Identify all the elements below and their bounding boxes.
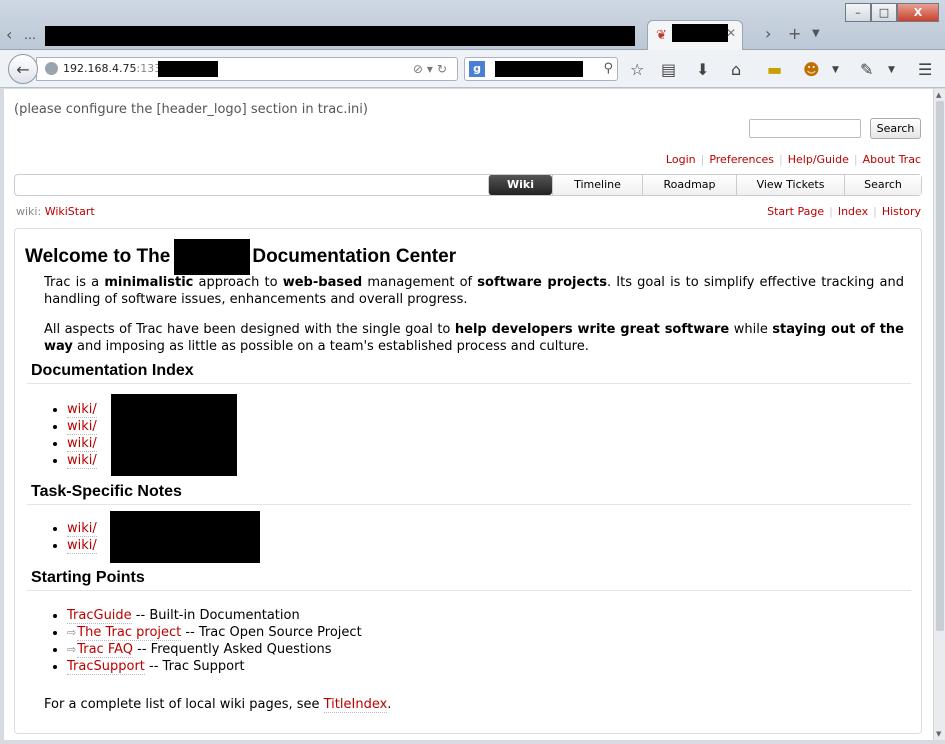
- header-logo-message: (please configure the [header_logo] sect…: [14, 102, 368, 117]
- minimize-button[interactable]: –: [845, 3, 871, 22]
- external-link-icon: ⇨: [67, 626, 77, 639]
- login-link[interactable]: Login: [666, 153, 696, 166]
- close-window-button[interactable]: X: [897, 3, 939, 22]
- addon-dropdown-icon[interactable]: ▼: [832, 65, 839, 75]
- vertical-scrollbar[interactable]: ▲ ▼: [933, 89, 945, 740]
- scroll-up-icon[interactable]: ▲: [936, 91, 941, 99]
- external-link-icon: ⇨: [67, 643, 77, 656]
- tab-list-icon[interactable]: ▼: [812, 28, 820, 39]
- tracsupport-link[interactable]: TracSupport: [67, 659, 145, 675]
- home-icon[interactable]: ⌂: [731, 60, 741, 79]
- bookmark-star-icon[interactable]: ☆: [630, 60, 644, 79]
- search-input[interactable]: [749, 119, 861, 138]
- tab-timeline[interactable]: Timeline: [552, 175, 642, 195]
- task-notes-list: wiki/ wiki/: [67, 520, 97, 554]
- addon-tool-icon[interactable]: ✎: [860, 60, 873, 79]
- extension-icon[interactable]: ▬: [767, 60, 782, 79]
- help-guide-link[interactable]: Help/Guide: [788, 153, 849, 166]
- addon-face-icon[interactable]: ☻: [803, 60, 820, 79]
- url-text: 192.168.4.75:1337/: [63, 62, 172, 75]
- title-index-note: For a complete list of local wiki pages,…: [44, 697, 392, 713]
- redacted-project-name: [174, 239, 251, 275]
- trac-faq-link[interactable]: Trac FAQ: [77, 642, 134, 658]
- tab-search[interactable]: Search: [844, 175, 921, 195]
- wiki-content: Welcome to The Documentation Center Trac …: [14, 228, 922, 734]
- wiki-link[interactable]: wiki/: [67, 453, 97, 469]
- page-title: Welcome to The Documentation Center: [25, 239, 456, 275]
- trac-favicon-icon: ❦: [656, 28, 667, 43]
- tab-roadmap[interactable]: Roadmap: [642, 175, 736, 195]
- tracguide-link[interactable]: TracGuide: [67, 608, 132, 624]
- intro-paragraph-2: All aspects of Trac have been designed w…: [44, 322, 904, 354]
- downloads-icon[interactable]: ⬇: [696, 60, 709, 79]
- redacted-tab-title: [672, 24, 728, 42]
- start-page-link[interactable]: Start Page: [767, 205, 824, 218]
- list-item: wiki/: [67, 537, 97, 554]
- new-tab-icon[interactable]: +: [788, 24, 801, 43]
- wiki-link[interactable]: wiki/: [67, 521, 97, 537]
- browser-titlebar: – □ X ‹ … ❦ ✕ › + ▼: [0, 0, 945, 50]
- redacted-tab-title: [45, 26, 635, 46]
- reading-list-icon[interactable]: ▤: [661, 60, 676, 79]
- intro-paragraph-1: Trac is a minimalistic approach to web-b…: [44, 275, 904, 307]
- tab-scroll-right-icon[interactable]: ›: [765, 24, 771, 43]
- section-documentation-index: Documentation Index: [27, 362, 911, 384]
- starting-points-list: TracGuide -- Built-in Documentation ⇨The…: [67, 607, 362, 675]
- browser-tab-active[interactable]: ❦ ✕: [647, 20, 743, 50]
- url-actions-icon[interactable]: ⊘▾↻: [413, 62, 451, 76]
- list-item: wiki/: [67, 452, 97, 469]
- site-identity-icon[interactable]: [45, 62, 58, 75]
- redacted-task-links: [110, 511, 260, 563]
- documentation-index-list: wiki/ wiki/ wiki/ wiki/: [67, 401, 97, 469]
- trac-project-link[interactable]: The Trac project: [77, 625, 182, 641]
- list-item: wiki/: [67, 401, 97, 418]
- list-item: ⇨Trac FAQ -- Frequently Asked Questions: [67, 641, 362, 658]
- index-link[interactable]: Index: [838, 205, 868, 218]
- search-engine-icon[interactable]: g: [469, 61, 485, 77]
- scrollbar-thumb[interactable]: [936, 101, 944, 631]
- about-trac-link[interactable]: About Trac: [863, 153, 921, 166]
- main-navigation: Wiki Timeline Roadmap View Tickets Searc…: [14, 174, 922, 196]
- section-task-specific-notes: Task-Specific Notes: [27, 483, 911, 505]
- browser-search-bar[interactable]: g ⚲: [464, 57, 618, 81]
- breadcrumb-wikistart-link[interactable]: WikiStart: [45, 205, 95, 218]
- url-bar[interactable]: 192.168.4.75:1337/ ⊘▾↻: [36, 57, 458, 81]
- tab-scroll-left-icon[interactable]: ‹: [6, 25, 12, 44]
- wiki-link[interactable]: wiki/: [67, 538, 97, 554]
- title-index-link[interactable]: TitleIndex: [323, 697, 388, 713]
- tab-view-tickets[interactable]: View Tickets: [736, 175, 844, 195]
- breadcrumb: wiki: WikiStart: [16, 205, 95, 218]
- list-item: wiki/: [67, 418, 97, 435]
- page-viewport: (please configure the [header_logo] sect…: [4, 89, 933, 740]
- maximize-button[interactable]: □: [871, 3, 897, 22]
- window-controls: – □ X: [845, 3, 939, 22]
- preferences-link[interactable]: Preferences: [709, 153, 774, 166]
- browser-navbar: 192.168.4.75:1337/ ⊘▾↻ ← g ⚲ ☆ ▤ ⬇ ⌂ ▬ ☻…: [0, 50, 945, 88]
- list-item: TracGuide -- Built-in Documentation: [67, 607, 362, 624]
- search-button[interactable]: Search: [870, 118, 921, 139]
- tab-wiki[interactable]: Wiki: [488, 175, 552, 195]
- browser-tab-inactive[interactable]: …: [20, 22, 642, 50]
- list-item: ⇨The Trac project -- Trac Open Source Pr…: [67, 624, 362, 641]
- list-item: TracSupport -- Trac Support: [67, 658, 362, 675]
- redacted-search-text: [495, 61, 583, 77]
- back-button[interactable]: ←: [8, 54, 38, 84]
- redacted-url-path: [158, 61, 218, 77]
- history-link[interactable]: History: [882, 205, 921, 218]
- context-navigation: Start Page | Index | History: [767, 205, 921, 218]
- menu-icon[interactable]: ☰: [918, 60, 932, 79]
- wiki-link[interactable]: wiki/: [67, 402, 97, 418]
- redacted-doc-links: [111, 394, 237, 476]
- wiki-link[interactable]: wiki/: [67, 419, 97, 435]
- close-tab-icon[interactable]: ✕: [726, 26, 736, 40]
- list-item: wiki/: [67, 435, 97, 452]
- section-starting-points: Starting Points: [27, 569, 911, 591]
- list-item: wiki/: [67, 520, 97, 537]
- wiki-link[interactable]: wiki/: [67, 436, 97, 452]
- meta-navigation: Login | Preferences | Help/Guide | About Trac: [665, 153, 921, 166]
- addon-dropdown-icon[interactable]: ▼: [888, 65, 895, 75]
- search-icon[interactable]: ⚲: [603, 61, 613, 76]
- scroll-down-icon[interactable]: ▼: [936, 730, 941, 738]
